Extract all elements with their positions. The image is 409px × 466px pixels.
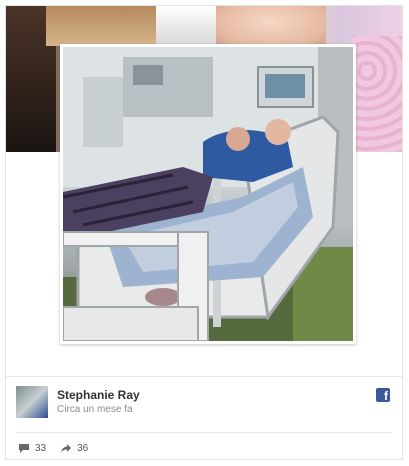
hospital-bed-photo	[63, 47, 353, 341]
avatar[interactable]	[16, 386, 48, 418]
comments-stat[interactable]: 33	[18, 443, 46, 454]
cover-photo-wood	[46, 6, 166, 46]
author-name[interactable]: Stephanie Ray	[57, 388, 140, 402]
share-icon	[61, 443, 72, 453]
divider	[6, 376, 402, 377]
cover-photo-face	[216, 6, 326, 46]
cover-photo-fabric	[352, 36, 402, 152]
comments-count: 33	[35, 442, 47, 454]
comment-icon	[19, 443, 29, 453]
post-timestamp[interactable]: Circa un mese fa	[57, 404, 133, 415]
facebook-icon[interactable]: f	[376, 388, 390, 402]
post-photo-frame[interactable]	[60, 44, 356, 344]
shares-count: 36	[77, 442, 89, 454]
cover-photo-pillow	[156, 6, 216, 46]
post-stats: 33 36	[18, 440, 102, 456]
divider	[16, 432, 392, 433]
post-author: Stephanie Ray Circa un mese fa f	[16, 386, 392, 426]
post-card: Stephanie Ray Circa un mese fa f 33 36	[5, 5, 403, 460]
shares-stat[interactable]: 36	[60, 443, 88, 454]
post-photo[interactable]	[63, 47, 353, 341]
